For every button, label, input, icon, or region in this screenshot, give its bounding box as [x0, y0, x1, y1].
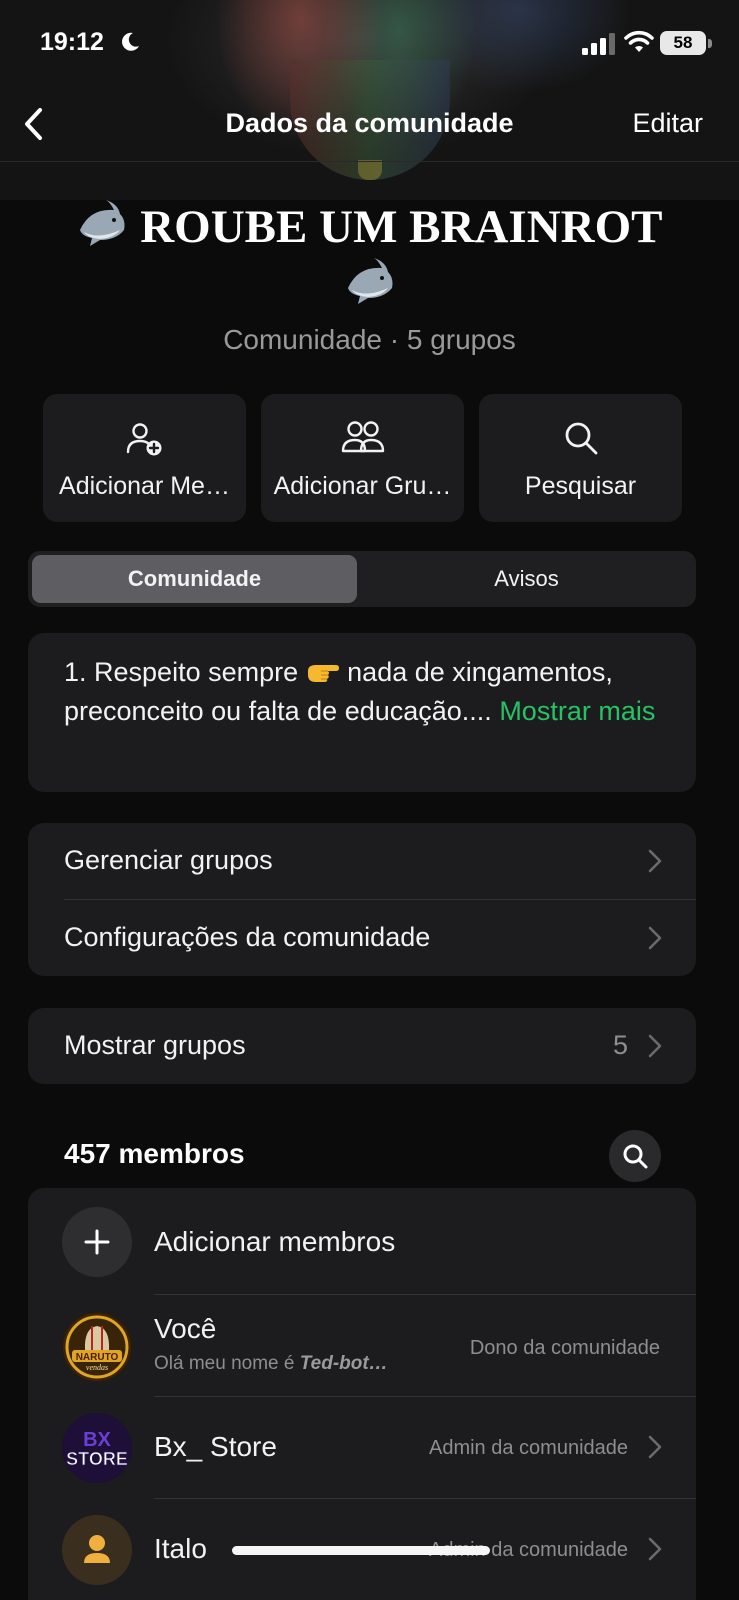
plus-icon	[84, 1229, 110, 1255]
cellular-signal-icon	[582, 33, 615, 55]
show-groups-row[interactable]: Mostrar grupos 5	[28, 1008, 696, 1084]
moon-icon	[122, 32, 139, 51]
bx-store-logo-icon: BX STORE	[62, 1413, 132, 1483]
naruto-logo-icon: NARUTO vendas	[63, 1313, 131, 1381]
svg-text:NARUTO: NARUTO	[76, 1352, 119, 1363]
member-row[interactable]: NARUTO vendas Você Olá meu nome é Ted-bo…	[28, 1295, 696, 1396]
chevron-right-icon	[648, 849, 662, 873]
battery-level: 58	[660, 31, 706, 55]
search-label: Pesquisar	[524, 472, 637, 500]
community-name: ROUBE UM BRAINROT	[40, 198, 699, 314]
add-groups-button[interactable]: Adicionar Gru…	[261, 394, 464, 522]
member-name: Você	[154, 1313, 217, 1344]
community-subtitle: Comunidade · 5 grupos	[223, 324, 516, 355]
battery-icon: 58	[660, 31, 712, 55]
default-user-icon	[84, 1535, 110, 1563]
add-person-icon	[126, 423, 161, 456]
tab-announcements[interactable]: Avisos	[361, 555, 692, 603]
svg-text:vendas: vendas	[86, 1363, 108, 1372]
wifi-icon	[624, 30, 654, 52]
shark-emoji-icon	[80, 200, 125, 246]
chevron-right-icon	[648, 1034, 662, 1058]
groups-count: 5	[612, 1030, 628, 1060]
members-search-button[interactable]	[609, 1130, 661, 1182]
add-groups-label: Adicionar Gru…	[273, 472, 452, 500]
edit-button[interactable]: Editar	[632, 108, 703, 139]
members-count-header: 457 membros	[64, 1138, 245, 1169]
add-members-label: Adicionar Me…	[59, 472, 230, 500]
description-text-start: 1. Respeito sempre	[64, 657, 299, 687]
search-icon	[623, 1144, 648, 1169]
svg-text:BX: BX	[83, 1429, 111, 1451]
manage-groups-label: Gerenciar grupos	[64, 845, 273, 875]
status-bar: 19:12 58	[0, 0, 739, 90]
svg-text:STORE: STORE	[66, 1449, 128, 1469]
add-member-avatar	[62, 1207, 132, 1277]
community-name-text: ROUBE UM BRAINROT	[140, 201, 663, 253]
members-list: Adicionar membros NARUTO vendas Você Olá…	[28, 1188, 696, 1600]
member-role: Dono da comunidade	[469, 1337, 660, 1359]
show-more-link[interactable]: Mostrar mais	[499, 696, 655, 726]
admin-settings-card: Gerenciar grupos Configurações da comuni…	[28, 823, 696, 976]
search-button[interactable]: Pesquisar	[479, 394, 682, 522]
member-name: Bx_ Store	[154, 1431, 277, 1462]
avatar: NARUTO vendas	[62, 1312, 132, 1382]
add-members-row[interactable]: Adicionar membros	[28, 1188, 696, 1294]
search-icon	[565, 422, 597, 455]
show-groups-card: Mostrar grupos 5	[28, 1008, 696, 1084]
shark-emoji-icon	[347, 258, 392, 304]
member-role: Admin da comunidade	[428, 1437, 628, 1459]
community-description: 1. Respeito sempre nada de xingamentos, …	[64, 653, 666, 731]
add-members-label: Adicionar membros	[154, 1226, 396, 1257]
community-settings-row[interactable]: Configurações da comunidade	[28, 900, 696, 976]
chevron-right-icon	[648, 1537, 662, 1561]
home-indicator[interactable]	[232, 1546, 490, 1555]
show-groups-label: Mostrar grupos	[64, 1030, 246, 1060]
member-status-text: Olá meu nome é	[154, 1353, 300, 1374]
add-members-button[interactable]: Adicionar Me…	[43, 394, 246, 522]
quick-actions: Adicionar Me… Adicionar Gru… Pesquisar	[43, 394, 696, 522]
chevron-right-icon	[648, 1435, 662, 1459]
avatar	[62, 1515, 132, 1585]
pointing-hand-emoji-icon	[307, 665, 339, 682]
navigation-bar: Dados da comunidade Editar	[0, 90, 739, 162]
community-description-card: 1. Respeito sempre nada de xingamentos, …	[28, 633, 696, 792]
member-row[interactable]: BX STORE Bx_ Store Admin da comunidade	[28, 1397, 696, 1498]
chevron-right-icon	[648, 926, 662, 950]
community-tabs: Comunidade Avisos	[28, 551, 696, 607]
member-status: Olá meu nome é Ted-bot…	[154, 1353, 388, 1375]
member-status-bold: Ted-bot…	[299, 1353, 388, 1374]
group-icon	[341, 421, 384, 453]
page-title: Dados da comunidade	[225, 108, 514, 138]
status-time: 19:12	[40, 28, 104, 56]
manage-groups-row[interactable]: Gerenciar grupos	[28, 823, 696, 899]
community-settings-label: Configurações da comunidade	[64, 922, 431, 952]
avatar: BX STORE	[62, 1413, 132, 1483]
tab-community[interactable]: Comunidade	[32, 555, 357, 603]
member-name: Italo	[154, 1533, 207, 1564]
